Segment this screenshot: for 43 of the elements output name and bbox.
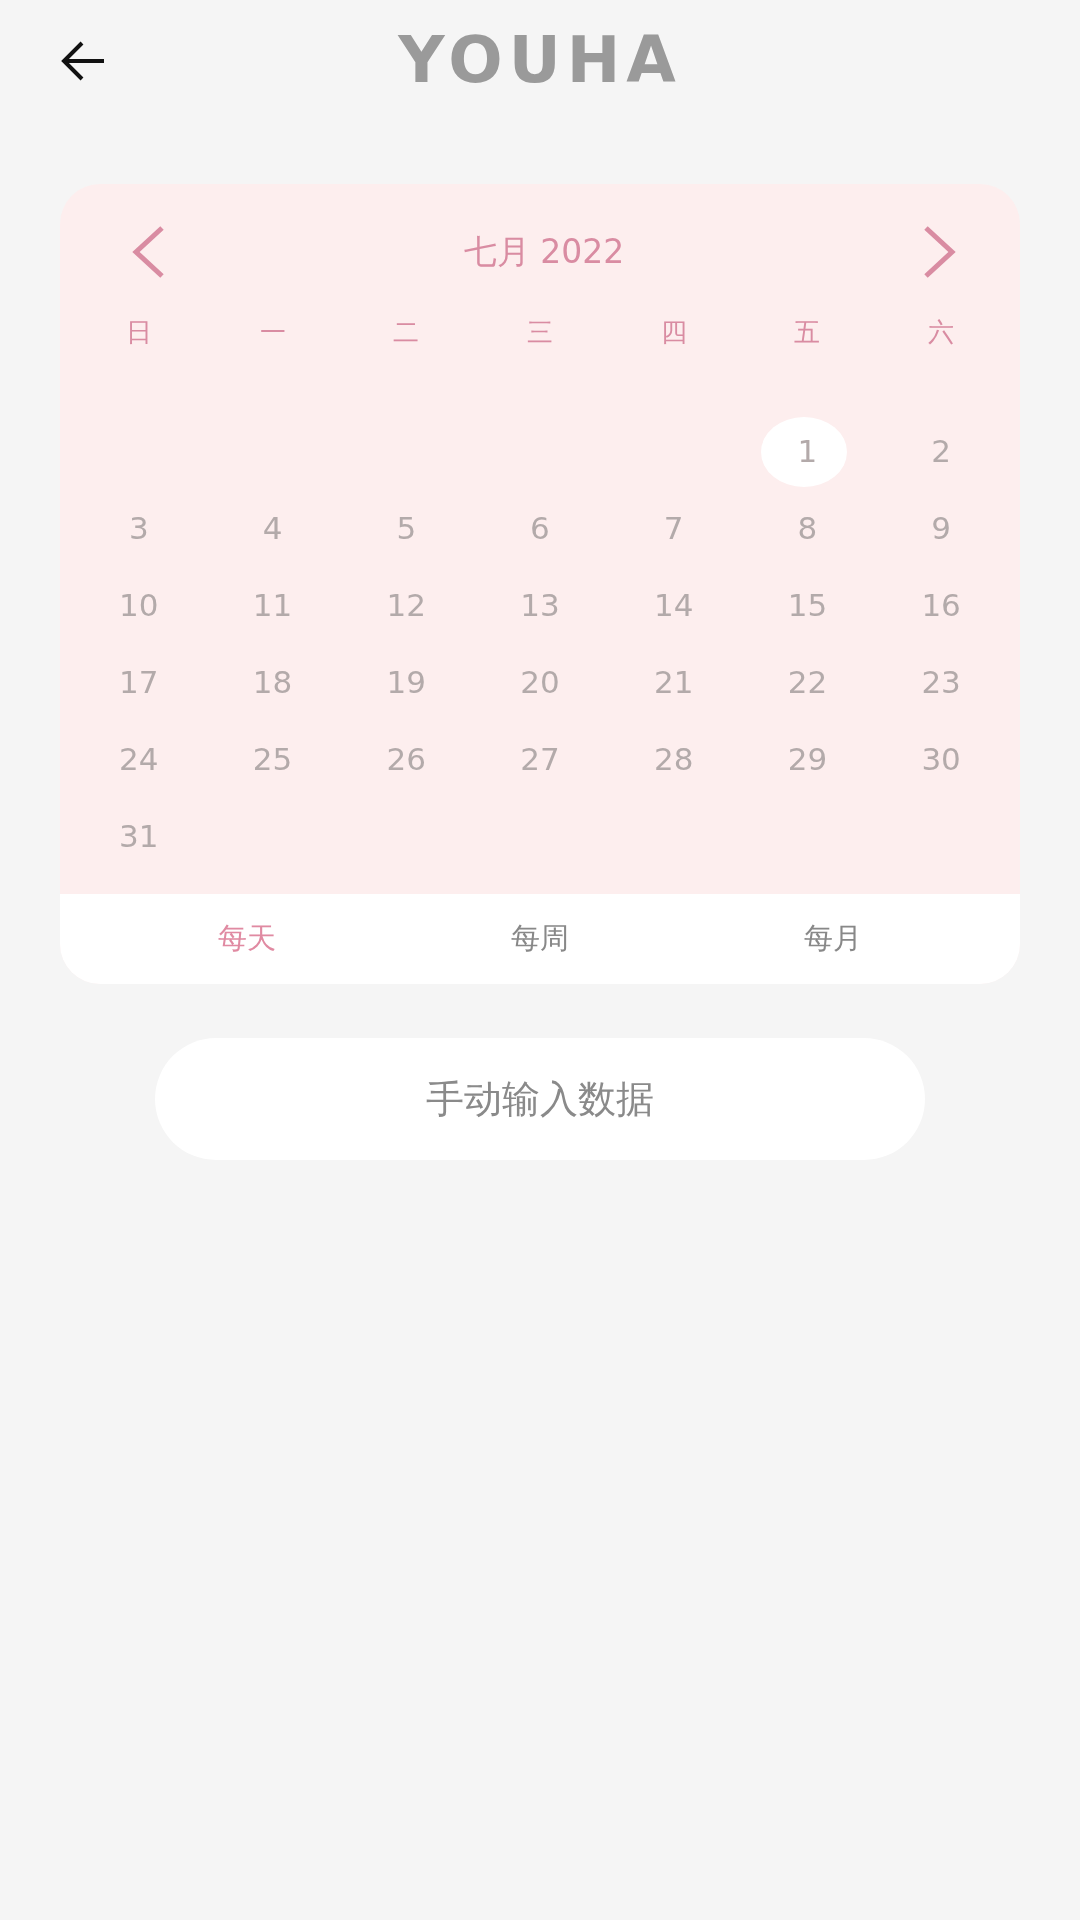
weekday-label: 五 <box>794 316 821 349</box>
period-tab[interactable]: 每天 <box>197 911 296 967</box>
calendar-day[interactable]: 10 <box>96 566 181 643</box>
calendar-day[interactable]: 20 <box>498 643 582 720</box>
calendar-day[interactable]: 23 <box>899 643 984 720</box>
calendar-day[interactable]: 2 <box>899 412 984 489</box>
calendar-day[interactable]: 26 <box>364 720 449 797</box>
calendar-day[interactable]: 16 <box>899 566 984 643</box>
calendar-day[interactable]: 17 <box>96 643 181 720</box>
calendar-day[interactable]: 3 <box>96 489 181 566</box>
calendar-day[interactable]: 21 <box>631 643 716 720</box>
weekday-label: 日 <box>125 316 152 349</box>
calendar-day[interactable]: 18 <box>230 643 315 720</box>
calendar-day[interactable]: 31 <box>96 797 181 874</box>
period-tab[interactable]: 每周 <box>491 911 589 967</box>
calendar-day[interactable]: 4 <box>230 489 315 566</box>
calendar-day[interactable]: 11 <box>230 566 315 643</box>
manual-input-button[interactable]: 手动输入数据 <box>155 1038 925 1160</box>
weekday-label: 四 <box>660 316 687 349</box>
calendar-day[interactable]: 28 <box>631 720 716 797</box>
calendar-day[interactable]: 5 <box>364 489 449 566</box>
calendar-day[interactable]: 19 <box>364 643 449 720</box>
weekday-label: 二 <box>393 316 420 349</box>
calendar-day[interactable]: 6 <box>498 489 582 566</box>
calendar-day[interactable]: 29 <box>765 720 850 797</box>
calendar-day[interactable]: 8 <box>765 489 850 566</box>
calendar-day[interactable]: 30 <box>899 720 984 797</box>
period-tab[interactable]: 每月 <box>784 911 883 967</box>
calendar-day[interactable]: 27 <box>498 720 582 797</box>
logo: YOUHA <box>398 23 682 97</box>
calendar-day[interactable]: 22 <box>765 643 850 720</box>
calendar-day[interactable]: 24 <box>96 720 181 797</box>
calendar-day[interactable]: 25 <box>230 720 315 797</box>
calendar-day[interactable]: 12 <box>364 566 449 643</box>
weekday-label: 三 <box>527 316 553 349</box>
weekday-label: 六 <box>928 316 955 349</box>
calendar-day[interactable]: 7 <box>631 489 716 566</box>
month-title: 七月 2022 <box>463 230 625 273</box>
calendar-day[interactable]: 9 <box>899 489 984 566</box>
weekday-label: 一 <box>259 316 286 349</box>
calendar-day[interactable]: 14 <box>631 566 716 643</box>
calendar-day[interactable]: 15 <box>765 566 850 643</box>
calendar-day[interactable]: 13 <box>498 566 582 643</box>
